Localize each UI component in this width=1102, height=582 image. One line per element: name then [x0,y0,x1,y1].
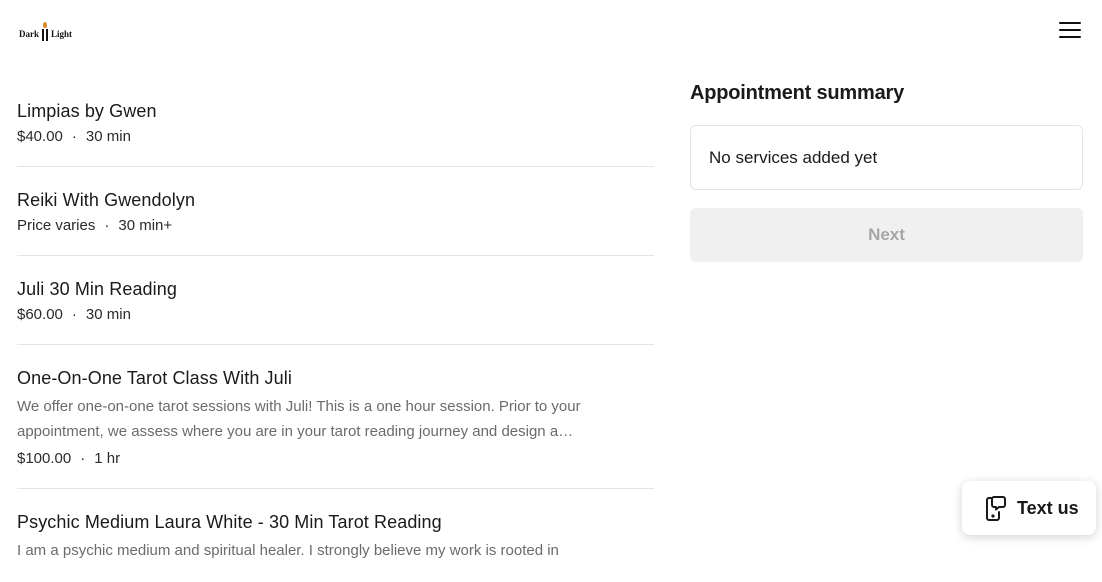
service-list: Limpias by Gwen $40.00 · 30 min Reiki Wi… [17,90,654,582]
logo-text-dark: Dark [19,29,39,39]
service-price: $40.00 [17,128,63,145]
site-logo[interactable]: Dark Light [19,20,72,42]
service-item-reiki[interactable]: Reiki With Gwendolyn Price varies · 30 m… [17,167,654,256]
meta-separator: · [71,128,77,145]
appointment-summary: Appointment summary No services added ye… [690,80,1083,262]
service-meta: $100.00 · 1 hr [17,449,654,469]
meta-separator: · [104,217,110,234]
service-duration: 30 min [85,306,131,323]
service-name: Juli 30 Min Reading [17,279,177,299]
service-name: Psychic Medium Laura White - 30 Min Taro… [17,512,442,532]
service-price: Price varies [17,217,96,234]
service-price: $60.00 [17,306,63,323]
service-item-laura-white[interactable]: Psychic Medium Laura White - 30 Min Taro… [17,489,654,582]
service-description: We offer one-on-one tarot sessions with … [17,398,581,440]
service-duration: 1 hr [94,450,121,467]
service-duration: 30 min+ [118,217,173,234]
phone-message-icon [986,496,1006,521]
hamburger-menu-icon[interactable] [1058,21,1082,41]
service-name: Limpias by Gwen [17,101,157,121]
service-name: Reiki With Gwendolyn [17,190,196,210]
meta-separator: · [80,450,86,467]
meta-separator: · [71,306,77,323]
site-header: Dark Light [0,0,1102,62]
service-meta: Price varies · 30 min+ [17,216,654,236]
summary-empty-text: No services added yet [709,147,878,167]
next-button[interactable]: Next [690,208,1083,262]
service-meta: $60.00 · 30 min [17,305,654,325]
text-us-label: Text us [1017,497,1079,518]
service-name: One-On-One Tarot Class With Juli [17,368,292,388]
service-item-limpias[interactable]: Limpias by Gwen $40.00 · 30 min [17,90,654,167]
service-item-juli-reading[interactable]: Juli 30 Min Reading $60.00 · 30 min [17,256,654,345]
summary-box: No services added yet [690,125,1083,190]
service-item-tarot-class[interactable]: One-On-One Tarot Class With Juli We offe… [17,345,654,489]
service-meta: $40.00 · 30 min [17,127,654,147]
summary-title: Appointment summary [690,82,905,104]
logo-text-light: Light [51,29,73,39]
service-duration: 30 min [85,128,131,145]
candle-icon [40,22,50,42]
text-us-button[interactable]: Text us [962,481,1096,535]
service-price: $100.00 [17,450,72,467]
service-description: I am a psychic medium and spiritual heal… [17,542,559,559]
